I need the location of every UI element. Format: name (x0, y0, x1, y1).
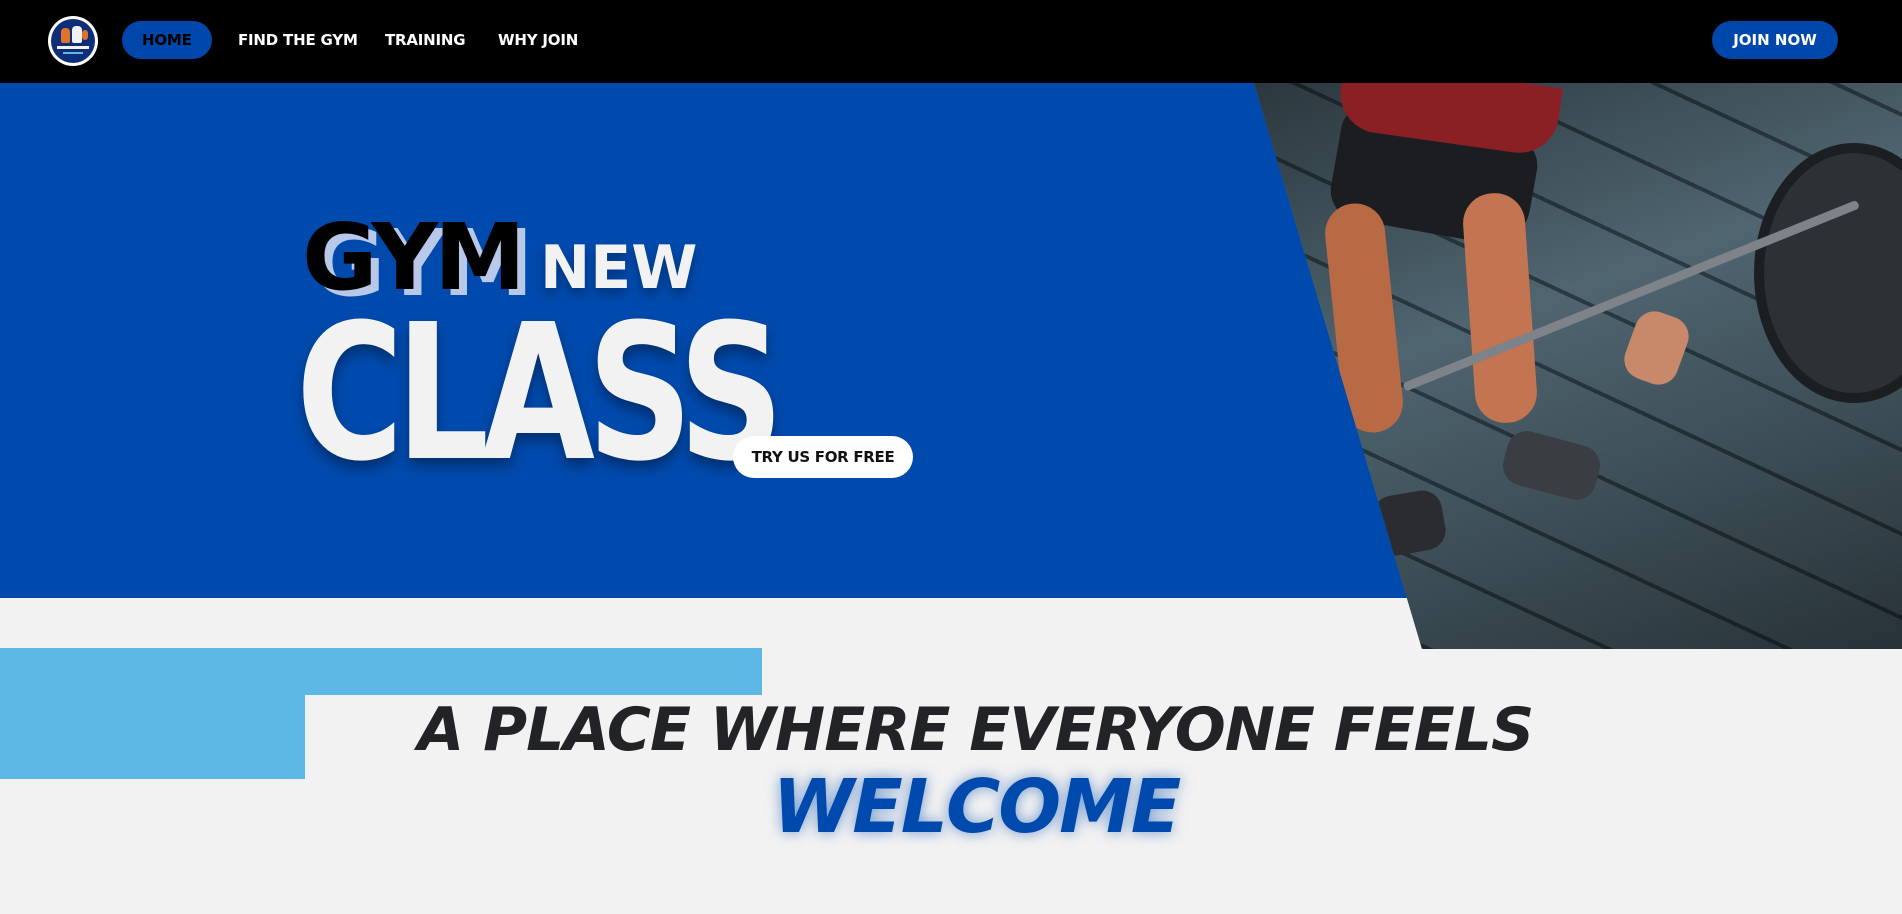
welcome-highlight: WELCOME (772, 764, 1182, 850)
join-now-button[interactable]: JOIN NOW (1712, 21, 1838, 59)
nav-item-training[interactable]: TRAINING (385, 21, 466, 59)
hero-title-class: CLASS (296, 284, 784, 503)
nav-item-why-join[interactable]: WHY JOIN (498, 21, 578, 59)
nav-item-home[interactable]: HOME (122, 21, 212, 59)
page: HOME FIND THE GYM TRAINING WHY JOIN JOIN… (0, 0, 1902, 914)
gym-logo-icon (51, 19, 95, 63)
navbar: HOME FIND THE GYM TRAINING WHY JOIN JOIN… (0, 0, 1902, 83)
logo[interactable] (48, 16, 98, 66)
welcome-heading: A PLACE WHERE EVERYONE FEELS (417, 695, 1534, 765)
nav-item-find-the-gym[interactable]: FIND THE GYM (238, 21, 358, 59)
try-us-for-free-button[interactable]: TRY US FOR FREE (733, 436, 913, 478)
decorative-block-top (0, 648, 762, 695)
